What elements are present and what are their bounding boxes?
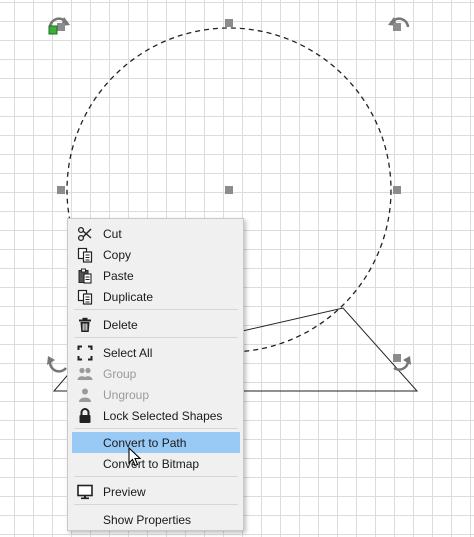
menu-item-label: Duplicate (103, 289, 154, 304)
menu-item-cut[interactable]: Cut (72, 223, 240, 244)
menu-item-label: Delete (103, 317, 138, 332)
menu-item-label: Paste (103, 268, 134, 283)
menu-item-label: Copy (103, 247, 132, 262)
menu-item-label: Select All (103, 345, 153, 360)
rotate-handle-bottom-left-icon[interactable] (47, 356, 67, 373)
menu-item-select-all[interactable]: Select All (72, 342, 240, 363)
resize-handle-bottom-right[interactable] (393, 354, 401, 362)
menu-item-group[interactable]: Group (72, 363, 240, 384)
menu-item-label: Preview (103, 484, 146, 499)
resize-handle-top[interactable] (225, 19, 233, 27)
menu-item-convert-to-bitmap[interactable]: Convert to Bitmap (72, 453, 240, 474)
copy-icon (72, 244, 98, 265)
select-all-icon (72, 342, 98, 363)
trash-icon (72, 314, 98, 335)
menu-item-label: Group (103, 366, 137, 381)
duplicate-icon (72, 286, 98, 307)
menu-item-label: Ungroup (103, 387, 150, 402)
menu-item-show-properties[interactable]: Show Properties (72, 509, 240, 530)
paste-icon (72, 265, 98, 286)
resize-handle-right[interactable] (393, 186, 401, 194)
menu-separator (74, 504, 238, 505)
ungroup-icon (72, 384, 98, 405)
menu-item-preview[interactable]: Preview (72, 481, 240, 502)
resize-handle-left[interactable] (57, 186, 65, 194)
menu-item-convert-to-path[interactable]: Convert to Path (72, 432, 240, 453)
menu-item-copy[interactable]: Copy (72, 244, 240, 265)
lock-icon (72, 405, 98, 426)
menu-separator (74, 309, 238, 310)
menu-item-duplicate[interactable]: Duplicate (72, 286, 240, 307)
lock-badge-icon (48, 25, 58, 35)
monitor-icon (72, 481, 98, 502)
menu-item-label: Convert to Path (103, 435, 187, 450)
menu-item-paste[interactable]: Paste (72, 265, 240, 286)
menu-item-delete[interactable]: Delete (72, 314, 240, 335)
mouse-cursor-icon (128, 447, 142, 467)
context-menu: Cut Copy Paste Duplicate Delete Select A… (67, 218, 244, 531)
resize-handle-center[interactable] (225, 186, 233, 194)
rotate-handle-top-right-icon[interactable] (388, 17, 410, 31)
scissors-icon (72, 223, 98, 244)
menu-item-label: Show Properties (103, 512, 192, 527)
menu-item-label: Cut (103, 226, 122, 241)
menu-item-label: Lock Selected Shapes (103, 408, 223, 423)
group-icon (72, 363, 98, 384)
menu-item-ungroup[interactable]: Ungroup (72, 384, 240, 405)
menu-separator (74, 337, 238, 338)
menu-item-lock-selected-shapes[interactable]: Lock Selected Shapes (72, 405, 240, 426)
menu-separator (74, 428, 238, 429)
menu-item-label: Convert to Bitmap (103, 456, 200, 471)
menu-separator (74, 476, 238, 477)
